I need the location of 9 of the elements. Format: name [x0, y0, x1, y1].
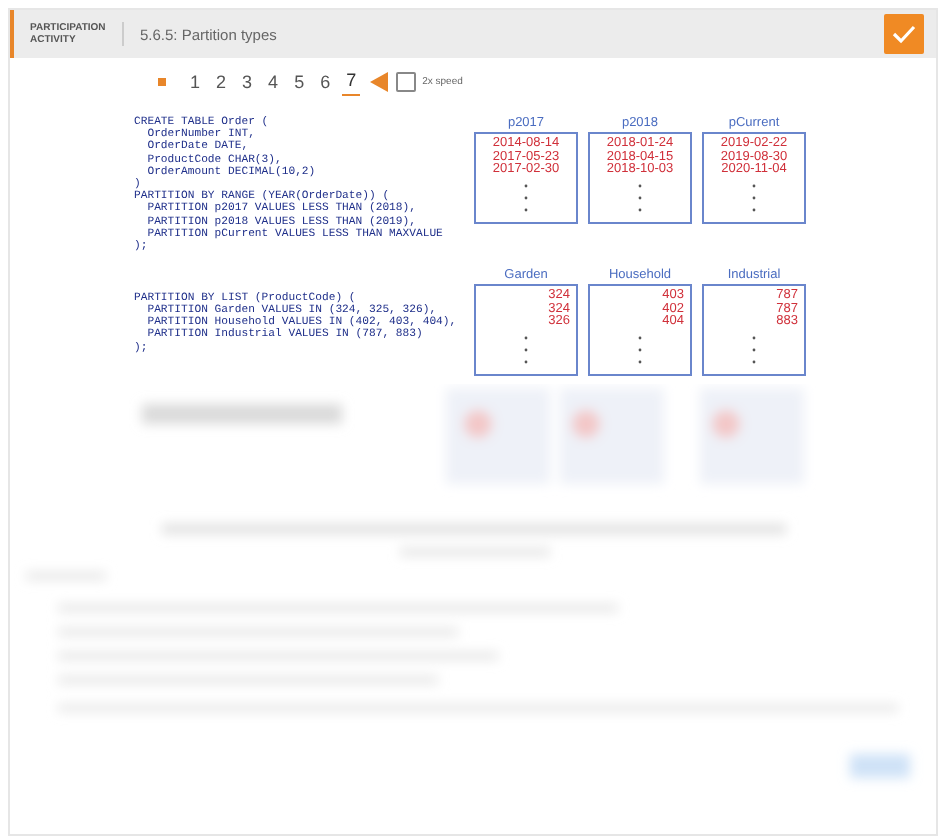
step-button[interactable]: 3	[238, 69, 257, 95]
step-button[interactable]: 7	[342, 68, 361, 96]
play-back-icon[interactable]	[370, 72, 389, 92]
step-button[interactable]: 5	[290, 69, 309, 95]
step-button[interactable]: 6	[316, 69, 335, 95]
step-button[interactable]: 4	[264, 69, 283, 95]
step-button[interactable]: 2	[212, 69, 231, 95]
step-button[interactable]: 1	[186, 69, 205, 95]
speed-checkbox[interactable]	[396, 72, 417, 92]
